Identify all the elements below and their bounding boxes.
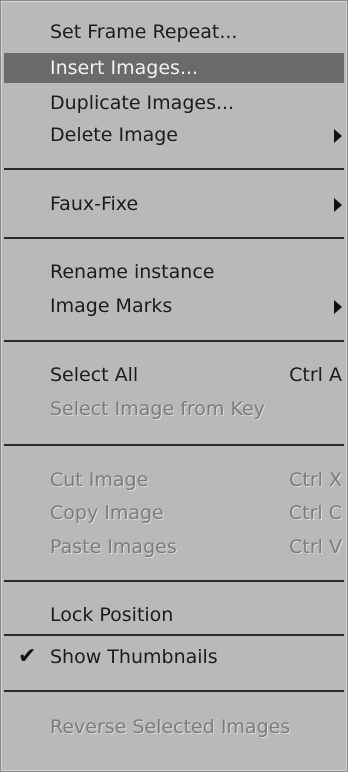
- menu-item-select-image-from-key: Select Image from Key: [4, 394, 344, 424]
- menu-item-set-frame-repeat[interactable]: Set Frame Repeat...: [4, 17, 344, 47]
- menu-item-lock-position[interactable]: Lock Position: [4, 600, 344, 630]
- submenu-arrow-icon: [334, 198, 342, 212]
- menu-item-label: Select All: [50, 364, 139, 386]
- menu-item-label: Show Thumbnails: [50, 646, 218, 668]
- menu-item-delete-image[interactable]: Delete Image: [4, 120, 344, 150]
- menu-item-label: Delete Image: [50, 124, 178, 146]
- menu-item-label: Cut Image: [50, 469, 149, 491]
- menu-item-shortcut: Ctrl X: [289, 469, 342, 491]
- menu-separator: [4, 580, 344, 582]
- context-menu: Set Frame Repeat... Insert Images... Dup…: [0, 0, 348, 772]
- menu-separator: [4, 168, 344, 170]
- checkmark-icon: ✔: [18, 644, 37, 669]
- menu-item-label: Duplicate Images...: [50, 92, 235, 114]
- menu-item-faux-fixe[interactable]: Faux-Fixe: [4, 189, 344, 219]
- menu-item-label: Copy Image: [50, 502, 164, 524]
- menu-item-shortcut: Ctrl C: [288, 502, 342, 524]
- submenu-arrow-icon: [334, 129, 342, 143]
- menu-item-rename-instance[interactable]: Rename instance: [4, 257, 344, 287]
- menu-item-select-all[interactable]: Select All Ctrl A: [4, 360, 344, 390]
- menu-separator: [4, 237, 344, 239]
- menu-item-label: Select Image from Key: [50, 398, 265, 420]
- menu-item-shortcut: Ctrl A: [289, 364, 342, 386]
- menu-item-label: Insert Images...: [50, 57, 199, 79]
- menu-separator: [4, 444, 344, 446]
- menu-item-label: Paste Images: [50, 536, 177, 558]
- menu-item-cut-image: Cut Image Ctrl X: [4, 465, 344, 495]
- submenu-arrow-icon: [334, 300, 342, 314]
- menu-item-copy-image: Copy Image Ctrl C: [4, 498, 344, 528]
- menu-item-shortcut: Ctrl V: [289, 536, 342, 558]
- menu-item-show-thumbnails[interactable]: ✔ Show Thumbnails: [4, 642, 344, 672]
- menu-item-insert-images[interactable]: Insert Images...: [4, 53, 344, 83]
- menu-item-label: Reverse Selected Images: [50, 716, 291, 738]
- menu-separator: [4, 690, 344, 692]
- menu-item-paste-images: Paste Images Ctrl V: [4, 532, 344, 562]
- menu-item-label: Rename instance: [50, 261, 215, 283]
- menu-separator: [4, 634, 344, 636]
- menu-item-label: Set Frame Repeat...: [50, 21, 238, 43]
- menu-separator: [4, 340, 344, 342]
- menu-item-image-marks[interactable]: Image Marks: [4, 291, 344, 321]
- menu-item-label: Faux-Fixe: [50, 193, 139, 215]
- menu-item-label: Lock Position: [50, 604, 174, 626]
- menu-item-reverse-selected-images: Reverse Selected Images: [4, 712, 344, 742]
- menu-item-duplicate-images[interactable]: Duplicate Images...: [4, 88, 344, 118]
- menu-item-label: Image Marks: [50, 295, 173, 317]
